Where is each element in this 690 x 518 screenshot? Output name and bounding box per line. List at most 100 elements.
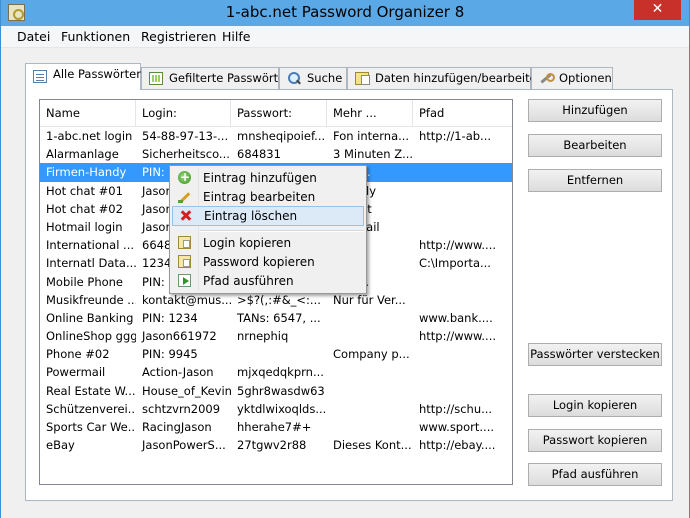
ctx-label: Eintrag hinzufügen (203, 171, 317, 185)
ctx-copy-login[interactable]: Login kopieren (172, 233, 364, 253)
cell-name: International ... (46, 238, 135, 253)
cell-name: Mobile Phone (46, 274, 124, 289)
cell-path (413, 200, 512, 218)
cell-name: eBay (46, 438, 75, 453)
cell-name: Firmen-Handy (46, 165, 127, 180)
ctx-copy-password[interactable]: Password kopieren (172, 252, 364, 272)
ctx-run-path[interactable]: Pfad ausführen (172, 271, 364, 291)
cell-login: 54-88-97-13-... (142, 129, 229, 143)
copy-login-icon (178, 236, 191, 249)
tab-label: Alle Passwörter (53, 67, 141, 81)
menu-registrieren[interactable]: Registrieren (141, 29, 216, 44)
run-path-button[interactable]: Pfad ausführen (528, 463, 662, 486)
add-button[interactable]: Hinzufügen (528, 99, 662, 122)
cell-path (413, 382, 512, 400)
filter-icon (149, 72, 163, 85)
tab-daten-hinzufuegen[interactable]: Daten hinzufügen/bearbeiten (347, 67, 544, 89)
window-title: 1-abc.net Password Organizer 8 (225, 3, 465, 21)
title-bar[interactable]: 1-abc.net Password Organizer 8 ✕ (1, 0, 689, 26)
cell-name: Schützenverei... (46, 401, 136, 416)
menu-bar: Datei Funktionen Registrieren Hilfe (1, 26, 689, 48)
table-row[interactable]: eBay JasonPowerS... 27tgwv2r88 Dieses Kont.… (40, 436, 512, 454)
cell-more (327, 418, 413, 436)
copy-login-label: Login kopieren (552, 398, 638, 412)
cell-more: Dieses Kont... (333, 438, 412, 453)
ctx-delete-entry[interactable]: Eintrag löschen (172, 206, 364, 226)
tab-gefilterte-passwoerter[interactable]: Gefilterte Passwörter (141, 67, 290, 89)
ctx-edit-entry[interactable]: Eintrag bearbeiten (172, 187, 364, 207)
cell-password: nrnephiq (237, 329, 289, 344)
column-header-path[interactable]: Pfad (413, 100, 512, 127)
tab-optionen[interactable]: Optionen (531, 67, 613, 89)
table-row[interactable]: Phone #02 PIN: 9945 Company p... (40, 345, 512, 363)
menu-hilfe[interactable]: Hilfe (222, 29, 250, 44)
run-path-label: Pfad ausführen (551, 467, 639, 481)
cell-more: Fon interna... (333, 129, 410, 143)
table-row[interactable]: Schützenverei... schtzvrn2009 yktdlwixoqld… (40, 400, 512, 418)
ctx-add-entry[interactable]: Eintrag hinzufügen (172, 167, 364, 188)
tab-label: Gefilterte Passwörter (169, 71, 290, 85)
cell-path (413, 182, 512, 200)
column-header-login[interactable]: Login: (136, 100, 231, 127)
cell-name: Hot chat #02 (46, 201, 123, 216)
add-entry-icon (178, 167, 191, 187)
table-row[interactable]: Real Estate W... House_of_Kevin 5ghr8wasdw… (40, 382, 512, 400)
list-icon (33, 70, 47, 83)
cell-path (413, 345, 512, 363)
table-row[interactable]: Online Banking PIN: 1234 TANs: 6547, ... ww… (40, 309, 512, 327)
cell-password: hherahe7#+ (237, 420, 312, 434)
cell-path: http://ebay.... (419, 438, 496, 453)
add-button-label: Hinzufügen (562, 103, 628, 117)
cell-login: schtzvrn2009 (142, 401, 221, 416)
ctx-label: Pfad ausführen (203, 274, 294, 288)
edit-button-label: Bearbeiten (563, 138, 627, 152)
copy-login-button[interactable]: Login kopieren (528, 394, 662, 417)
cell-path: C:\Importa... (419, 256, 491, 271)
cell-path (413, 273, 512, 291)
cell-path: http://www.... (419, 329, 497, 344)
cell-name: Hotmail login (46, 219, 123, 234)
cell-more (327, 382, 413, 400)
menu-datei[interactable]: Datei (17, 29, 50, 44)
cell-password: TANs: 6547, ... (237, 310, 321, 325)
cell-path: http://schu... (419, 401, 493, 416)
cell-password (231, 345, 327, 363)
cell-path: http://www.... (419, 238, 497, 253)
table-row[interactable]: OnlineShop gggg Jason661972 nrnephiq http:/… (40, 327, 512, 345)
copy-password-label: Passwort kopieren (542, 433, 648, 447)
cell-more (327, 327, 413, 345)
hide-passwords-button[interactable]: Passwörter verstecken (528, 343, 662, 366)
copy-password-button[interactable]: Passwort kopieren (528, 429, 662, 452)
cell-path (413, 218, 512, 236)
delete-entry-icon (179, 209, 192, 222)
cell-name: OnlineShop gggg (46, 329, 136, 344)
remove-button-label: Entfernen (566, 173, 624, 187)
table-row[interactable]: Alarmanlage Sicherheitsco... 684831 3 Minut… (40, 145, 512, 163)
cell-name: Phone #02 (46, 347, 110, 362)
column-header-more[interactable]: Mehr ... (327, 100, 413, 127)
cell-password: 684831 (237, 147, 281, 162)
cell-name: Online Banking (46, 310, 134, 325)
table-row[interactable]: 1-abc.net login 54-88-97-13-... mnsheqipoi… (40, 127, 512, 145)
table-row[interactable]: Powermail Action-Jason mjxqedqkprn... (40, 363, 512, 381)
add-data-icon (355, 72, 370, 85)
column-header-name[interactable]: Name (40, 100, 136, 127)
edit-button[interactable]: Bearbeiten (528, 134, 662, 157)
cell-path: www.bank.... (419, 310, 493, 325)
cell-name: Hot chat #01 (46, 183, 123, 198)
close-button[interactable]: ✕ (634, 0, 681, 20)
cell-login: House_of_Kevin (142, 383, 231, 398)
tab-suche[interactable]: Suche (279, 67, 347, 89)
menu-funktionen[interactable]: Funktionen (61, 29, 130, 44)
column-header-password[interactable]: Passwort: (231, 100, 327, 127)
search-icon (287, 72, 301, 85)
cell-password: 27tgwv2r88 (237, 438, 307, 453)
cell-login: Jason661972 (142, 329, 217, 344)
tab-alle-passwoerter[interactable]: Alle Passwörter (25, 63, 141, 90)
ctx-separator (200, 230, 364, 232)
remove-button[interactable]: Entfernen (528, 169, 662, 192)
cell-more (327, 400, 413, 418)
cell-more (327, 363, 413, 381)
cell-password: mjxqedqkprn... (237, 365, 324, 380)
table-row[interactable]: Sports Car We... RacingJason hherahe7#+ www… (40, 418, 512, 436)
